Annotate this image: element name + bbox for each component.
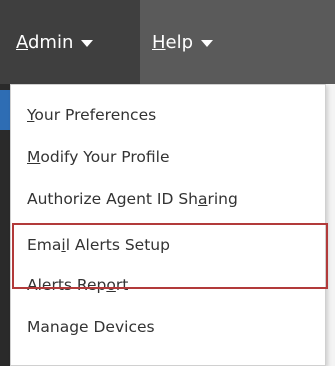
screen: Admin Help Your Preferences Modify Your … <box>0 0 335 366</box>
admin-label: Admin <box>16 31 74 53</box>
menu-item-label: Alerts Report <box>27 276 129 294</box>
menu-item-label: Modify Your Profile <box>27 148 170 166</box>
caret-down-icon <box>81 39 94 47</box>
menu-item-manage-devices[interactable]: Manage Devices <box>11 307 327 347</box>
help-menu-button[interactable]: Help <box>140 0 260 84</box>
menu-item-alerts-report[interactable]: Alerts Report <box>11 265 327 305</box>
menu-item-authorize-agent-id-sharing[interactable]: Authorize Agent ID Sharing <box>11 179 327 219</box>
caret-down-icon <box>201 39 214 47</box>
menu-item-modify-profile[interactable]: Modify Your Profile <box>11 137 327 177</box>
menu-item-label: Manage Devices <box>27 318 155 336</box>
admin-menu-button[interactable]: Admin <box>0 0 140 84</box>
help-label: Help <box>152 31 194 53</box>
menu-item-label: Your Preferences <box>27 106 157 124</box>
menu-item-label: Authorize Agent ID Sharing <box>27 190 238 208</box>
top-navbar: Admin Help <box>0 0 335 84</box>
left-accent-bar <box>0 90 10 130</box>
menu-item-label: Email Alerts Setup <box>27 236 170 254</box>
menu-item-email-alerts-setup[interactable]: Email Alerts Setup <box>11 225 327 265</box>
menu-item-your-preferences[interactable]: Your Preferences <box>11 95 327 135</box>
admin-dropdown-menu: Your Preferences Modify Your Profile Aut… <box>10 84 326 366</box>
